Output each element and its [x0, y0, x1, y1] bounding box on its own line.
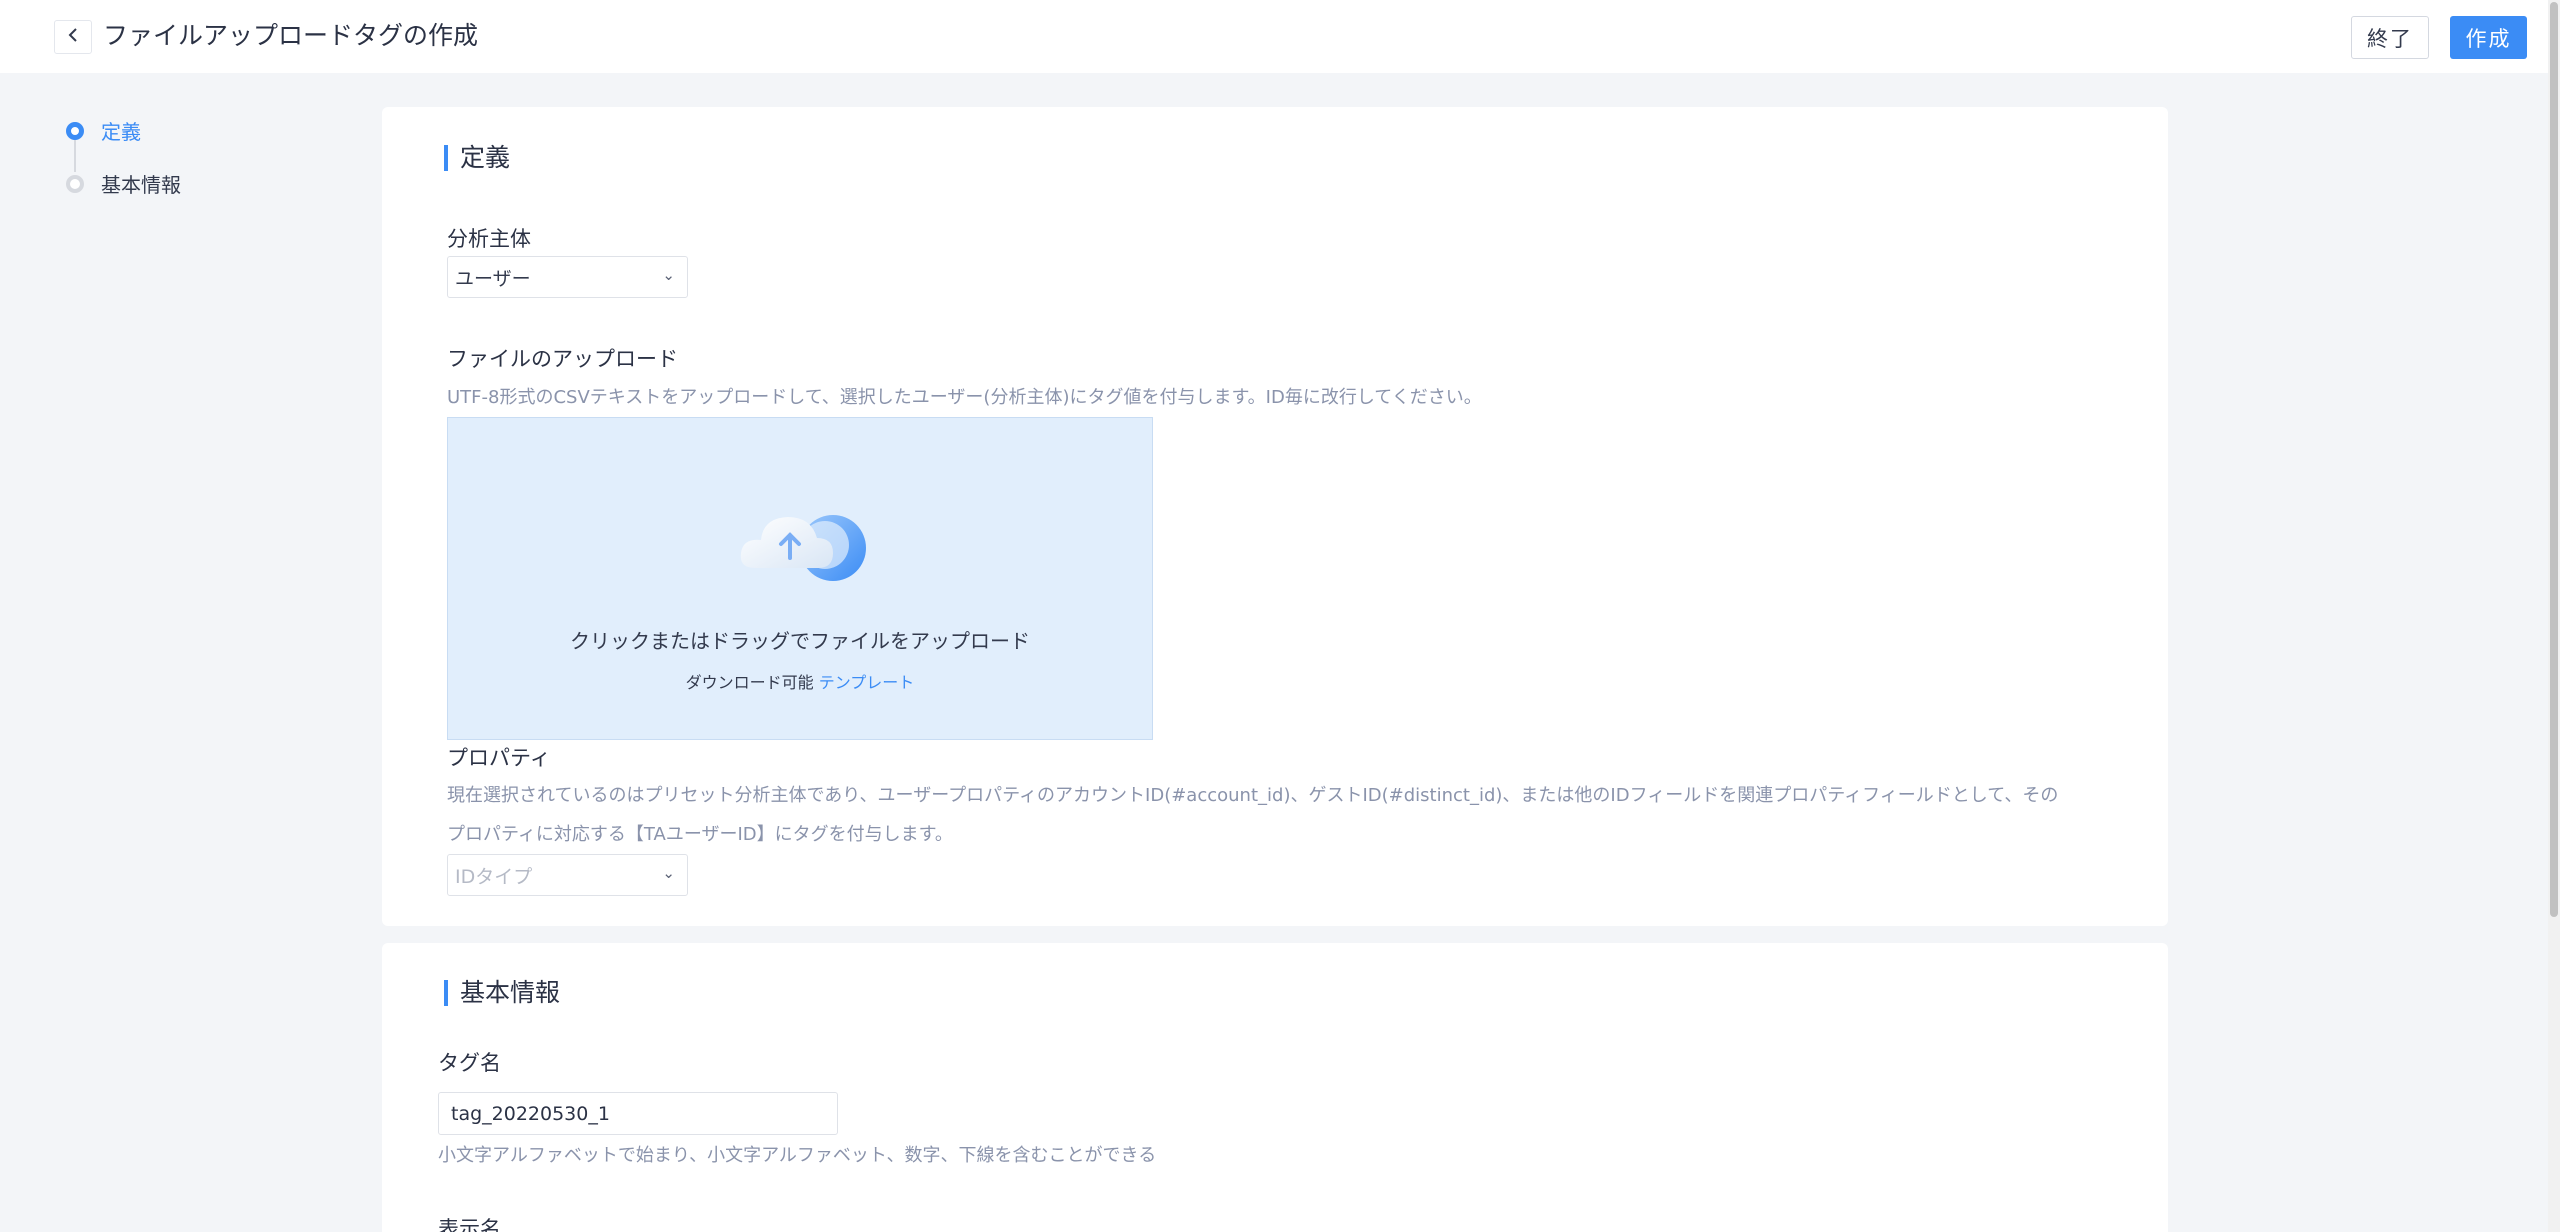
page-title: ファイルアップロードタグの作成	[103, 21, 479, 50]
property-hint-line1: 現在選択されているのはプリセット分析主体であり、ユーザープロパティのアカウントI…	[447, 785, 2059, 806]
id-type-select[interactable]: IDタイプ ⌄	[447, 854, 688, 896]
basic-info-card: 基本情報 タグ名 tag_20220530_1 小文字アルファベットで始まり、小…	[382, 943, 2168, 1232]
step-basic-info[interactable]: 基本情報	[66, 169, 181, 198]
file-upload-dropzone[interactable]: クリックまたはドラッグでファイルをアップロード ダウンロード可能 テンプレート	[447, 417, 1153, 740]
upload-download-text: ダウンロード可能	[685, 673, 814, 692]
definition-card: 定義 分析主体 ユーザー ⌄ ファイルのアップロード UTF-8形式のCSVテキ…	[382, 107, 2168, 926]
property-hint-line2: プロパティに対応する【TAユーザーID】にタグを付与します。	[447, 824, 953, 845]
step-dot-active	[66, 121, 84, 140]
step-label: 基本情報	[101, 173, 181, 197]
chevron-down-icon: ⌄	[662, 864, 675, 882]
id-type-placeholder: IDタイプ	[455, 865, 533, 888]
tag-name-hint: 小文字アルファベットで始まり、小文字アルファベット、数字、下線を含むことができる	[438, 1145, 1157, 1166]
back-button[interactable]	[54, 20, 92, 54]
page-header: ファイルアップロードタグの作成 終了 作成	[0, 0, 2548, 73]
cloud-upload-icon	[740, 515, 866, 581]
step-label: 定義	[101, 120, 141, 144]
upload-hint: UTF-8形式のCSVテキストをアップロードして、選択したユーザー(分析主体)に…	[447, 387, 1482, 408]
step-dot-inactive	[66, 174, 84, 193]
display-name-label: 表示名	[438, 1217, 501, 1232]
tag-name-input[interactable]: tag_20220530_1	[438, 1092, 838, 1135]
exit-button[interactable]: 終了	[2351, 16, 2429, 59]
chevron-down-icon: ⌄	[662, 266, 675, 284]
property-label: プロパティ	[447, 746, 551, 770]
upload-instruction: クリックまたはドラッグでファイルをアップロード	[570, 629, 1030, 653]
tag-name-label: タグ名	[438, 1051, 501, 1075]
upload-template-row: ダウンロード可能 テンプレート	[448, 669, 1152, 693]
step-definition[interactable]: 定義	[66, 116, 141, 145]
scrollbar-thumb[interactable]	[2550, 2, 2558, 917]
chevron-left-icon	[67, 27, 79, 47]
section-title-basic-info: 基本情報	[444, 980, 560, 1006]
subject-select-value: ユーザー	[455, 267, 531, 290]
subject-label: 分析主体	[447, 227, 531, 251]
template-link[interactable]: テンプレート	[819, 673, 915, 692]
section-title-definition: 定義	[444, 145, 510, 171]
upload-label: ファイルのアップロード	[447, 347, 678, 371]
subject-select[interactable]: ユーザー ⌄	[447, 256, 688, 298]
create-button[interactable]: 作成	[2450, 16, 2527, 59]
